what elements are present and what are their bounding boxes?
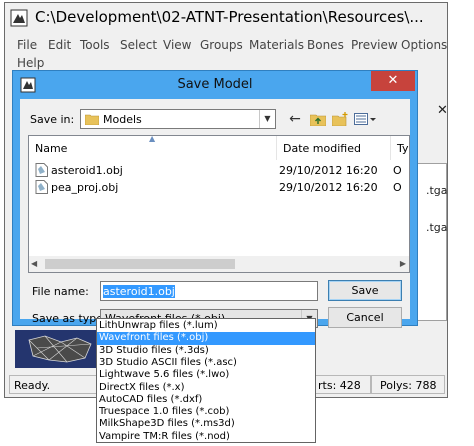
dialog-titlebar[interactable]: Save Model ✕ [13,71,417,99]
main-titlebar[interactable]: C:\Development\02-ATNT-Presentation\Reso… [5,3,447,33]
menu-preview[interactable]: Preview [351,38,398,52]
app-icon [10,9,28,27]
file-type-option[interactable]: 3D Studio ASCII files (*.asc) [97,357,315,369]
horizontal-scrollbar[interactable]: ◀ ▶ [29,256,409,272]
file-name-label: File name: [32,285,89,298]
file-type-option[interactable]: Wavefront files (*.obj) [97,332,315,345]
new-folder-icon[interactable] [330,109,350,129]
menu-edit[interactable]: Edit [48,38,71,52]
scroll-right-icon[interactable]: ▶ [400,259,406,268]
file-type-option[interactable]: 3D Studio files (*.3ds) [97,345,315,357]
menu-view[interactable]: View [163,38,191,52]
menu-groups[interactable]: Groups [200,38,243,52]
up-folder-icon[interactable] [308,109,328,129]
column-date-modified[interactable]: Date modified [277,136,391,160]
save-button[interactable]: Save [328,280,402,301]
texture-item: .tga [426,184,448,197]
menu-bones[interactable]: Bones [307,38,344,52]
file-date: 29/10/2012 16:20 [279,181,378,194]
file-type-option[interactable]: DirectX files (*.x) [97,382,315,394]
back-arrow-icon[interactable]: ← [286,109,304,129]
menu-file[interactable]: File [17,38,37,52]
menu-options[interactable]: Options [401,38,447,52]
file-type: O [393,164,402,177]
file-type-options-list[interactable]: LithUnwrap files (*.lum) Wavefront files … [96,318,316,443]
cancel-button[interactable]: Cancel [328,307,402,328]
status-polys: Polys: 788 [371,375,445,394]
model-viewport[interactable] [15,330,99,368]
scroll-left-icon[interactable]: ◀ [31,259,37,268]
texture-item: .tga [426,221,448,234]
file-row[interactable]: pea_proj.obj 29/10/2012 16:20 O [29,179,409,195]
file-name: pea_proj.obj [51,181,119,194]
column-type[interactable]: Ty [391,136,409,160]
window-title: C:\Development\02-ATNT-Presentation\Reso… [35,8,424,26]
close-button[interactable]: ✕ [371,71,415,91]
panel-close-icon[interactable]: ✕ [437,103,448,118]
menu-help[interactable]: Help [17,56,44,70]
menu-tools[interactable]: Tools [80,38,110,52]
file-list[interactable]: ▲ Name Date modified Ty asteroid1.obj 29… [28,135,410,273]
menu-materials[interactable]: Materials [249,38,304,52]
file-icon [35,180,48,194]
file-type-option[interactable]: AutoCAD files (*.dxf) [97,394,315,406]
file-name-value: asteroid1.obj [103,285,175,298]
save-in-value: Models [103,113,142,126]
mesh-wireframe [28,335,92,363]
menu-select[interactable]: Select [120,38,157,52]
file-type-option[interactable]: LithUnwrap files (*.lum) [97,320,315,332]
file-type-option[interactable]: Lightwave 5.6 files (*.lwo) [97,369,315,381]
save-in-dropdown[interactable]: Models ▼ [80,109,276,129]
column-name-label: Name [35,142,68,155]
scrollbar-thumb[interactable] [45,259,235,269]
file-type-option[interactable]: Vampire TM:R files (*.nod) [97,431,315,443]
file-name-input[interactable]: asteroid1.obj [100,281,318,301]
status-verts: rts: 428 [309,375,371,394]
file-type: O [393,181,402,194]
column-name[interactable]: ▲ Name [29,136,277,160]
folder-icon [85,114,99,125]
save-in-label: Save in: [30,113,75,126]
save-model-dialog: Save Model ✕ Save in: Models ▼ ← ▲ Name … [12,70,418,328]
file-row[interactable]: asteroid1.obj 29/10/2012 16:20 O [29,162,409,178]
file-type-option[interactable]: Truespace 1.0 files (*.cob) [97,406,315,418]
file-name: asteroid1.obj [51,164,123,177]
view-menu-icon[interactable] [352,109,378,129]
sort-ascending-icon: ▲ [149,136,156,143]
chevron-down-icon: ▼ [259,110,275,128]
file-icon [35,163,48,177]
file-type-option[interactable]: MilkShape3D files (*.ms3d) [97,418,315,430]
file-date: 29/10/2012 16:20 [279,164,378,177]
dialog-title: Save Model [177,77,253,92]
dialog-body: Save in: Models ▼ ← ▲ Name Date modified… [20,99,410,328]
